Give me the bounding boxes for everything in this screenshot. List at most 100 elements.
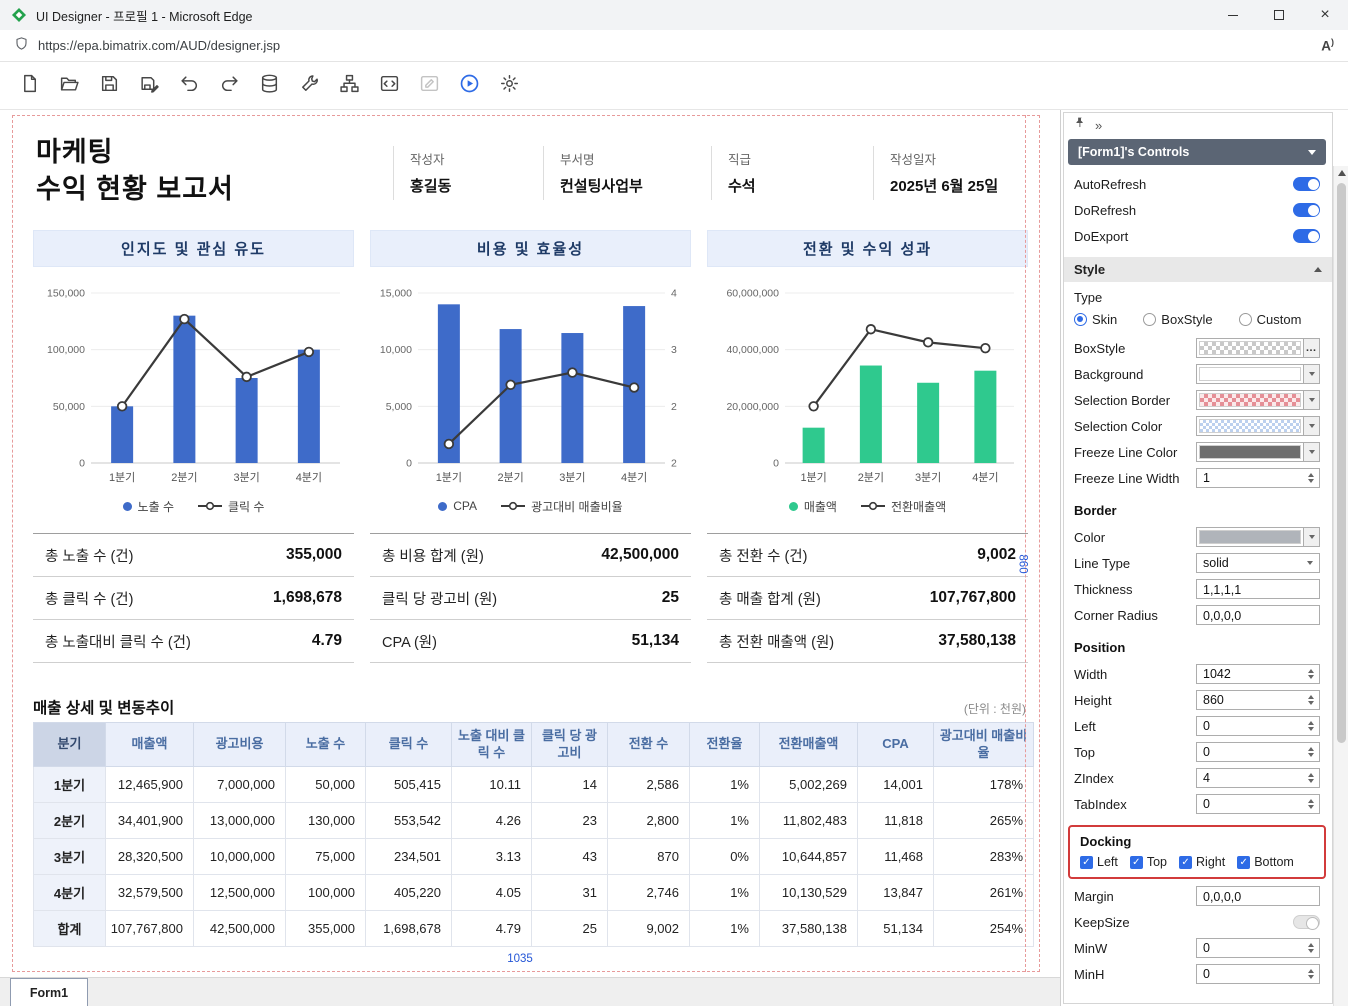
margin-input[interactable]: 0,0,0,0	[1196, 886, 1320, 906]
background-color-dropdown[interactable]	[1196, 364, 1320, 384]
toolbar-undo-button[interactable]	[176, 72, 203, 99]
style-section-header[interactable]: Style	[1064, 257, 1332, 282]
dorefresh-toggle[interactable]	[1293, 203, 1320, 217]
height-spinner[interactable]: 860	[1196, 690, 1320, 710]
scroll-up-icon[interactable]	[1338, 170, 1346, 176]
corner-radius-input[interactable]: 0,0,0,0	[1196, 605, 1320, 625]
report-card[interactable]: 비용 및 효율성05,00010,00015,00043221분기2분기3분기4…	[370, 230, 691, 663]
boxstyle-boxstyle-picker[interactable]: …	[1196, 338, 1320, 358]
spin-down-icon[interactable]	[1308, 975, 1314, 979]
tabindex-spinner[interactable]: 0	[1196, 794, 1320, 814]
table-cell: 505,415	[366, 767, 452, 803]
tools-icon	[299, 73, 320, 99]
design-canvas[interactable]: 마케팅 수익 현황 보고서 작성자홍길동부서명컨설팅사업부직급수석작성일자202…	[0, 110, 1060, 1006]
radio-label: BoxStyle	[1161, 312, 1212, 327]
dropdown-button[interactable]	[1303, 391, 1319, 409]
freeze-line-width-spinner[interactable]: 1	[1196, 468, 1320, 488]
table-header-cell: 클릭 당 광고비	[532, 723, 608, 767]
scrollbar-thumb[interactable]	[1337, 183, 1346, 743]
left-spinner[interactable]: 0	[1196, 716, 1320, 736]
spin-down-icon[interactable]	[1308, 727, 1314, 731]
spin-up-icon[interactable]	[1308, 473, 1314, 477]
spin-down-icon[interactable]	[1308, 753, 1314, 757]
table-cell: 870	[608, 839, 690, 875]
table-header-cell: 전환매출액	[760, 723, 858, 767]
panel-scrollbar[interactable]	[1333, 166, 1348, 1006]
dock-checkbox-bottom[interactable]: ✓Bottom	[1237, 855, 1294, 869]
spin-up-icon[interactable]	[1308, 773, 1314, 777]
dock-checkbox-right[interactable]: ✓Right	[1179, 855, 1225, 869]
spin-up-icon[interactable]	[1308, 721, 1314, 725]
svg-text:4분기: 4분기	[621, 471, 647, 484]
table-cell: 178%	[934, 767, 1034, 803]
zindex-spinner[interactable]: 4	[1196, 768, 1320, 788]
site-info-icon[interactable]	[14, 36, 29, 56]
minh-spinner[interactable]: 0	[1196, 964, 1320, 984]
table-cell: 2분기	[34, 803, 106, 839]
toolbar-redo-button[interactable]	[216, 72, 243, 99]
line-type-select[interactable]: solid	[1196, 553, 1320, 573]
dock-checkbox-top[interactable]: ✓Top	[1130, 855, 1167, 869]
top-spinner[interactable]: 0	[1196, 742, 1320, 762]
dropdown-button[interactable]	[1303, 365, 1319, 383]
read-aloud-icon[interactable]: A)	[1321, 37, 1334, 54]
spin-down-icon[interactable]	[1308, 949, 1314, 953]
controls-selector-dropdown[interactable]: [Form1]'s Controls	[1068, 139, 1326, 165]
dock-checkbox-left[interactable]: ✓Left	[1080, 855, 1118, 869]
toolbar-tools-button[interactable]	[296, 72, 323, 99]
dropdown-button[interactable]	[1303, 528, 1319, 546]
maximize-button[interactable]	[1256, 0, 1302, 30]
spin-down-icon[interactable]	[1308, 479, 1314, 483]
spin-up-icon[interactable]	[1308, 695, 1314, 699]
spin-down-icon[interactable]	[1308, 805, 1314, 809]
spin-up-icon[interactable]	[1308, 747, 1314, 751]
spin-up-icon[interactable]	[1308, 669, 1314, 673]
report-card[interactable]: 전환 및 수익 성과020,000,00040,000,00060,000,00…	[707, 230, 1028, 663]
close-button[interactable]: ×	[1302, 0, 1348, 30]
table-row: 1분기12,465,9007,000,00050,000505,41510.11…	[34, 767, 1034, 803]
toolbar-settings-button[interactable]	[496, 72, 523, 99]
spin-down-icon[interactable]	[1308, 779, 1314, 783]
dropdown-button[interactable]	[1303, 417, 1319, 435]
freeze-line-color-color-dropdown[interactable]	[1196, 442, 1320, 462]
spin-down-icon[interactable]	[1308, 701, 1314, 705]
toolbar-save-as-button[interactable]	[136, 72, 163, 99]
stat-label: 총 클릭 수 (건)	[45, 588, 133, 609]
report-card[interactable]: 인지도 및 관심 유도050,000100,000150,0001분기2분기3분…	[33, 230, 354, 663]
legend-item: 전환매출액	[861, 498, 946, 515]
minimize-button[interactable]	[1210, 0, 1256, 30]
tab-form1[interactable]: Form1	[10, 978, 88, 1006]
pin-icon[interactable]	[1073, 116, 1086, 134]
code-icon	[379, 73, 400, 99]
minw-spinner[interactable]: 0	[1196, 938, 1320, 958]
toolbar-sitemap-button[interactable]	[336, 72, 363, 99]
toolbar-save-button[interactable]	[96, 72, 123, 99]
radio-option-boxstyle[interactable]: BoxStyle	[1143, 312, 1212, 327]
autorefresh-toggle[interactable]	[1293, 177, 1320, 191]
spin-up-icon[interactable]	[1308, 799, 1314, 803]
width-spinner[interactable]: 1042	[1196, 664, 1320, 684]
selection-border-color-dropdown[interactable]	[1196, 390, 1320, 410]
spin-down-icon[interactable]	[1308, 675, 1314, 679]
collapse-panel-icon[interactable]: »	[1095, 118, 1102, 133]
radio-option-custom[interactable]: Custom	[1239, 312, 1302, 327]
radio-option-skin[interactable]: Skin	[1074, 312, 1117, 327]
doexport-toggle[interactable]	[1293, 229, 1320, 243]
toolbar-new-file-button[interactable]	[16, 72, 43, 99]
selection-color-color-dropdown[interactable]	[1196, 416, 1320, 436]
chevron-down-icon	[1309, 398, 1315, 402]
toolbar-open-folder-button[interactable]	[56, 72, 83, 99]
toolbar-code-button[interactable]	[376, 72, 403, 99]
detail-table[interactable]: 분기매출액광고비용노출 수클릭 수노출 대비 클릭 수클릭 당 광고비전환 수전…	[33, 722, 1034, 947]
keepsize-toggle[interactable]	[1293, 915, 1320, 929]
properties-panel: » [Form1]'s Controls AutoRefreshDoRefres…	[1060, 110, 1348, 1006]
toolbar-run-button[interactable]	[456, 72, 483, 99]
thickness-input[interactable]: 1,1,1,1	[1196, 579, 1320, 599]
spin-up-icon[interactable]	[1308, 969, 1314, 973]
ellipsis-button[interactable]: …	[1303, 339, 1319, 357]
color-color-dropdown[interactable]	[1196, 527, 1320, 547]
toolbar-database-button[interactable]	[256, 72, 283, 99]
spin-up-icon[interactable]	[1308, 943, 1314, 947]
dropdown-button[interactable]	[1303, 443, 1319, 461]
url-text[interactable]: https://epa.bimatrix.com/AUD/designer.js…	[38, 38, 1321, 53]
